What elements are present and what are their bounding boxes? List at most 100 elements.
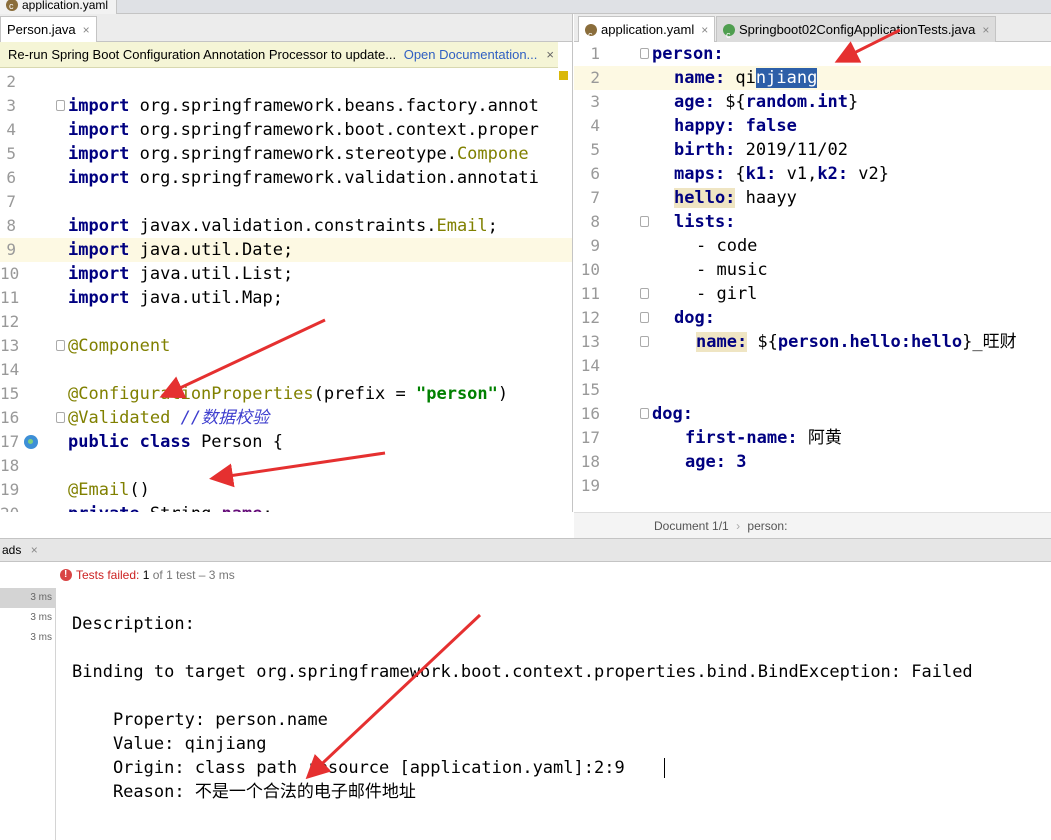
yaml-line[interactable]: 12 dog:	[574, 306, 1051, 330]
fold-icon[interactable]	[640, 48, 649, 59]
yaml-text: dog:	[652, 306, 715, 330]
yaml-line[interactable]: 10 - music	[574, 258, 1051, 282]
code-line[interactable]: 13 @Component	[0, 334, 572, 358]
test-timing[interactable]: 3 ms	[0, 588, 55, 608]
yaml-line[interactable]: 7 hello: haayy	[574, 186, 1051, 210]
breadcrumb-path[interactable]: person:	[747, 519, 787, 533]
open-documentation-link[interactable]: Open Documentation...	[404, 47, 538, 62]
close-icon[interactable]: ×	[31, 543, 38, 557]
code-token: //数据校验	[180, 408, 270, 428]
tab-label: application.yaml	[601, 21, 695, 37]
code-text: @Validated //数据校验	[68, 406, 269, 430]
fold-icon[interactable]	[56, 340, 65, 351]
code-line[interactable]: 17 public class Person {	[0, 430, 572, 454]
java-editor-pane: Person.java × Re-run Spring Boot Configu…	[0, 14, 573, 512]
yaml-line[interactable]: 11 - girl	[574, 282, 1051, 306]
test-summary: Tests failed: 1 of 1 test – 3 ms	[76, 562, 235, 588]
code-line[interactable]: 14	[0, 358, 572, 382]
code-line[interactable]: 7	[0, 190, 572, 214]
yaml-token: random.int	[745, 92, 849, 112]
yaml-line[interactable]: 9 - code	[574, 234, 1051, 258]
code-line[interactable]: 5 import org.springframework.stereotype.C…	[0, 142, 572, 166]
fold-icon[interactable]	[640, 336, 649, 347]
yaml-token: happy:	[674, 116, 746, 136]
line-number: 7	[590, 188, 600, 207]
code-text: import java.util.Date;	[68, 238, 293, 262]
line-number: 18	[0, 456, 20, 475]
code-line[interactable]: 2	[0, 70, 572, 94]
yaml-line[interactable]: 16 dog:	[574, 402, 1051, 426]
yaml-line[interactable]: 17 first-name: 阿黄	[574, 426, 1051, 450]
document-indicator: Document 1/1	[654, 519, 729, 533]
line-number: 17	[0, 432, 20, 451]
yaml-code-area[interactable]: 1 person: 2 name: qinjiang 3 age: ${random.in…	[574, 42, 1051, 498]
code-token: import	[68, 96, 140, 116]
code-line[interactable]: 16 @Validated //数据校验	[0, 406, 572, 430]
notice-text: Re-run Spring Boot Configuration Annotat…	[8, 47, 397, 62]
bean-gutter-icon[interactable]	[24, 435, 38, 449]
code-token: ()	[129, 480, 150, 500]
yaml-line[interactable]: 2 name: qinjiang	[574, 66, 1051, 90]
code-token: @Component	[68, 336, 171, 356]
test-timing[interactable]: 3 ms	[0, 628, 55, 648]
code-line[interactable]: 10 import java.util.List;	[0, 262, 572, 286]
yaml-token: haayy	[735, 188, 797, 208]
code-line[interactable]: 15 @ConfigurationProperties(prefix = "per…	[0, 382, 572, 406]
fold-icon[interactable]	[56, 412, 65, 423]
fold-icon[interactable]	[640, 408, 649, 419]
text-cursor	[664, 758, 665, 778]
test-timing[interactable]: 3 ms	[0, 608, 55, 628]
code-token: import	[68, 216, 140, 236]
yaml-line[interactable]: 4 happy: false	[574, 114, 1051, 138]
yaml-line[interactable]: 15	[574, 378, 1051, 402]
tab-person-java[interactable]: Person.java ×	[0, 16, 97, 42]
code-line[interactable]: 11 import java.util.Map;	[0, 286, 572, 310]
yaml-line[interactable]: 1 person:	[574, 42, 1051, 66]
yaml-token: dog:	[652, 404, 693, 424]
java-code-area[interactable]: 2 3 import org.springframework.beans.facto…	[0, 70, 572, 512]
yaml-line[interactable]: 8 lists:	[574, 210, 1051, 234]
yaml-line[interactable]: 19	[574, 474, 1051, 498]
fold-icon[interactable]	[56, 100, 65, 111]
yaml-line[interactable]: 5 birth: 2019/11/02	[574, 138, 1051, 162]
yaml-line[interactable]: 14	[574, 354, 1051, 378]
code-token: import	[68, 168, 140, 188]
code-line[interactable]: 9 import java.util.Date;	[0, 238, 572, 262]
yaml-text: dog:	[652, 402, 693, 426]
line-number: 5	[590, 140, 600, 159]
code-token: import	[68, 240, 140, 260]
code-line[interactable]: 19 @Email()	[0, 478, 572, 502]
fold-icon[interactable]	[640, 312, 649, 323]
close-icon[interactable]: ×	[701, 17, 708, 43]
tab-springboot-tests[interactable]: Springboot02ConfigApplicationTests.java …	[716, 16, 997, 48]
close-icon[interactable]: ×	[83, 17, 90, 43]
run-tab-label[interactable]: ads	[2, 543, 21, 557]
code-line[interactable]: 12	[0, 310, 572, 334]
close-icon[interactable]: ×	[546, 42, 554, 68]
console-line: Value: qinjiang	[72, 734, 267, 754]
tab-application-yaml[interactable]: application.yaml ×	[578, 16, 716, 48]
fold-icon[interactable]	[640, 216, 649, 227]
line-number: 5	[6, 144, 16, 163]
yaml-token: qi	[735, 68, 756, 88]
code-line[interactable]: 3 import org.springframework.beans.factor…	[0, 94, 572, 118]
code-token: ;	[263, 504, 273, 512]
line-number: 11	[580, 284, 600, 303]
code-line[interactable]: 20 private String name;	[0, 502, 572, 512]
fold-icon[interactable]	[640, 288, 649, 299]
code-token: import	[68, 120, 140, 140]
yaml-line[interactable]: 13 name: ${person.hello:hello}_旺财	[574, 330, 1051, 354]
yaml-line[interactable]: 18 age: 3	[574, 450, 1051, 474]
warning-marker-icon[interactable]	[559, 71, 568, 80]
code-line[interactable]: 8 import javax.validation.constraints.Ema…	[0, 214, 572, 238]
code-token: import	[68, 264, 140, 284]
code-line[interactable]: 4 import org.springframework.boot.context…	[0, 118, 572, 142]
close-icon[interactable]: ×	[982, 17, 989, 43]
yaml-line[interactable]: 3 age: ${random.int}	[574, 90, 1051, 114]
tab-application-yaml-top[interactable]: application.yaml	[0, 0, 118, 15]
yaml-line[interactable]: 6 maps: {k1: v1,k2: v2}	[574, 162, 1051, 186]
code-line[interactable]: 18	[0, 454, 572, 478]
line-number: 10	[580, 260, 600, 279]
console-output[interactable]: Description: Binding to target org.spring…	[56, 588, 1051, 840]
code-line[interactable]: 6 import org.springframework.validation.a…	[0, 166, 572, 190]
